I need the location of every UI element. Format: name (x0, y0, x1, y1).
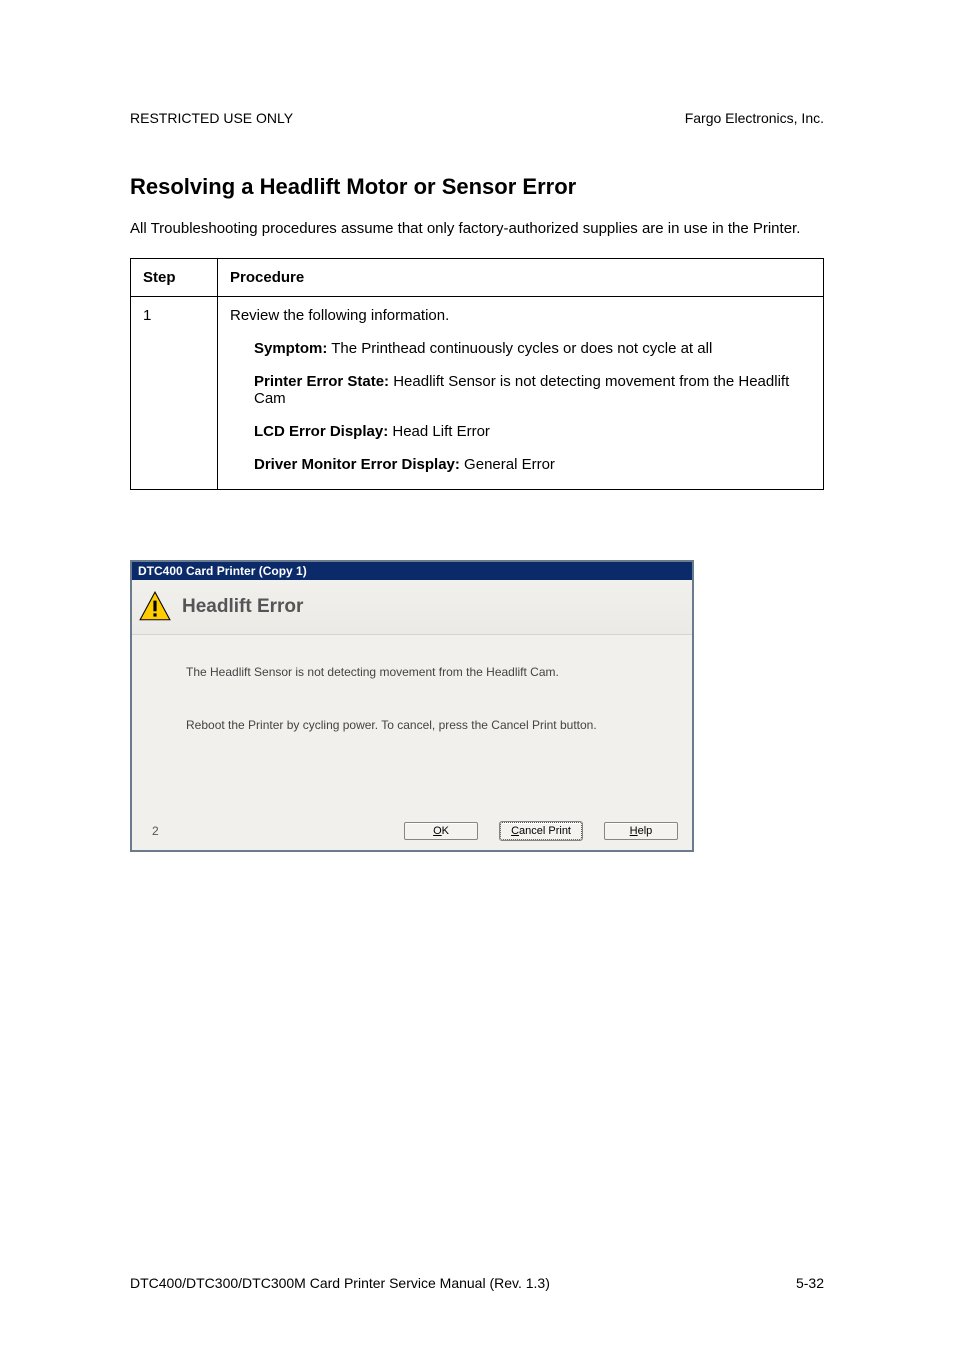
symptom-line: Symptom: The Printhead continuously cycl… (254, 340, 811, 357)
review-line: Review the following information. (230, 307, 811, 324)
intro-text: All Troubleshooting procedures assume th… (130, 218, 824, 240)
lcd-text: Head Lift Error (388, 423, 490, 440)
dialog-titlebar: DTC400 Card Printer (Copy 1) (132, 562, 692, 580)
lcd-line: LCD Error Display: Head Lift Error (254, 423, 811, 440)
step-number: 1 (131, 296, 218, 489)
lcd-label: LCD Error Display: (254, 423, 388, 440)
ok-button[interactable]: OK (404, 822, 478, 840)
col-header-procedure: Procedure (218, 258, 824, 296)
error-dialog: DTC400 Card Printer (Copy 1) Headlift Er… (130, 560, 694, 852)
driver-label: Driver Monitor Error Display: (254, 456, 460, 473)
section-title: Resolving a Headlift Motor or Sensor Err… (130, 174, 824, 200)
cancel-print-button[interactable]: Cancel Print (500, 822, 582, 840)
driver-text: General Error (460, 456, 555, 473)
dialog-body-line-1: The Headlift Sensor is not detecting mov… (186, 665, 676, 681)
dialog-page-number: 2 (146, 824, 159, 838)
footer-left: DTC400/DTC300/DTC300M Card Printer Servi… (130, 1275, 550, 1291)
dialog-heading: Headlift Error (182, 596, 303, 618)
procedure-cell: Review the following information. Sympto… (218, 296, 824, 489)
symptom-text: The Printhead continuously cycles or doe… (327, 340, 712, 357)
symptom-label: Symptom: (254, 340, 327, 357)
printer-state-line: Printer Error State: Headlift Sensor is … (254, 373, 811, 407)
help-button[interactable]: Help (604, 822, 678, 840)
header-left: RESTRICTED USE ONLY (130, 110, 293, 126)
printer-state-label: Printer Error State: (254, 373, 389, 390)
procedure-table: Step Procedure 1 Review the following in… (130, 258, 824, 490)
col-header-step: Step (131, 258, 218, 296)
dialog-footer: 2 OK Cancel Print Help (132, 814, 692, 850)
table-row: 1 Review the following information. Symp… (131, 296, 824, 489)
dialog-body-line-2: Reboot the Printer by cycling power. To … (186, 718, 676, 734)
driver-line: Driver Monitor Error Display: General Er… (254, 456, 811, 473)
dialog-header: Headlift Error (132, 580, 692, 635)
header-right: Fargo Electronics, Inc. (685, 110, 824, 126)
footer-right: 5-32 (796, 1275, 824, 1291)
dialog-body: The Headlift Sensor is not detecting mov… (132, 635, 692, 814)
warning-icon (138, 590, 172, 624)
